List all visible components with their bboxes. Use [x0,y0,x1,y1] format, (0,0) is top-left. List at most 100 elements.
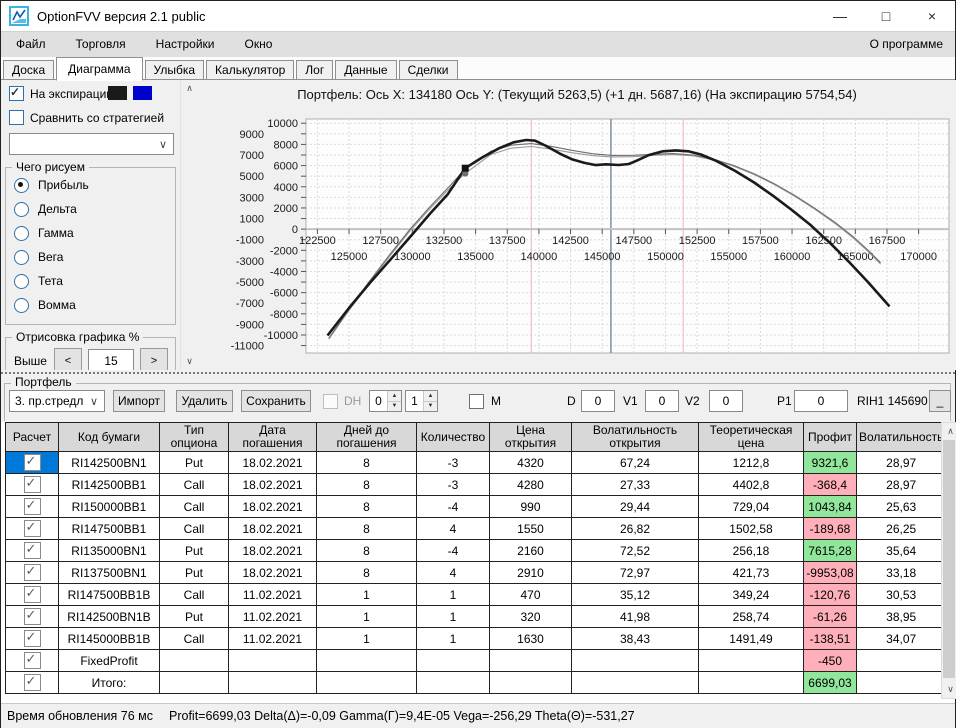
cell-1[interactable] [159,649,229,672]
cell-2[interactable] [228,671,317,694]
calc-cell[interactable] [5,649,59,672]
cell-0[interactable]: RI147500BB1B [58,583,160,606]
column-header-1[interactable]: Код бумаги [58,422,160,452]
cell-6[interactable]: 72,52 [571,539,699,562]
spinner-down-icon[interactable]: ▼ [424,401,437,411]
radio-profit[interactable] [14,177,29,193]
cell-2[interactable]: 11.02.2021 [228,605,317,628]
column-header-3[interactable]: Дата погашения [228,422,317,452]
expiration-color-swatch[interactable] [108,86,127,100]
cell-8[interactable]: -9953,08 [803,561,857,584]
tab-smile[interactable]: Улыбка [144,60,205,80]
cell-0[interactable]: RI142500BB1 [58,473,160,496]
cell-5[interactable]: 1550 [489,517,572,540]
cell-8[interactable]: 6699,03 [803,671,857,694]
cell-9[interactable]: 35,64 [855,539,947,562]
cell-3[interactable]: 8 [316,539,417,562]
cell-1[interactable]: Call [159,627,229,650]
menu-item-window[interactable]: Окно [230,32,288,57]
cell-5[interactable]: 990 [489,495,572,518]
minimize-button[interactable]: — [817,1,863,31]
column-header-5[interactable]: Количество [416,422,490,452]
row-calc-checkbox[interactable] [23,541,41,559]
radio-delta[interactable] [14,201,29,217]
cell-8[interactable]: -61,26 [803,605,857,628]
cell-8[interactable]: -120,76 [803,583,857,606]
cell-8[interactable]: 1043,84 [803,495,857,518]
cell-2[interactable] [228,649,317,672]
cell-7[interactable]: 258,74 [698,605,804,628]
row-calc-checkbox[interactable] [23,497,41,515]
cell-6[interactable] [571,671,699,694]
cell-7[interactable]: 1212,8 [698,451,804,474]
row-calc-checkbox[interactable] [23,563,41,581]
scroll-up-icon[interactable]: ∧ [181,80,198,97]
cell-3[interactable]: 8 [316,495,417,518]
dh-checkbox[interactable] [323,393,338,409]
cell-1[interactable]: Call [159,517,229,540]
cell-2[interactable]: 18.02.2021 [228,451,317,474]
cell-4[interactable]: 1 [416,627,490,650]
cell-2[interactable]: 18.02.2021 [228,495,317,518]
cell-6[interactable]: 35,12 [571,583,699,606]
cell-4[interactable]: -4 [416,495,490,518]
cell-5[interactable]: 1630 [489,627,572,650]
calc-cell[interactable] [5,605,59,628]
above-decrement-button[interactable]: < [54,348,82,370]
cell-1[interactable]: Put [159,451,229,474]
cell-7[interactable]: 256,18 [698,539,804,562]
cell-0[interactable]: RI142500BN1 [58,451,160,474]
cell-1[interactable]: Put [159,561,229,584]
scroll-down-icon[interactable]: ∨ [181,353,198,370]
dh-spinner-2[interactable]: 1 ▲ ▼ [405,390,438,412]
cell-4[interactable]: 4 [416,517,490,540]
cell-2[interactable]: 18.02.2021 [228,539,317,562]
save-button[interactable]: Сохранить [241,390,311,412]
cell-3[interactable]: 8 [316,473,417,496]
cell-4[interactable]: 1 [416,605,490,628]
scroll-up-icon[interactable]: ∧ [942,423,956,440]
cell-0[interactable]: RI137500BN1 [58,561,160,584]
calc-cell[interactable] [5,451,59,474]
cell-1[interactable]: Call [159,583,229,606]
cell-9[interactable]: 38,95 [855,605,947,628]
cell-9[interactable]: 26,25 [855,517,947,540]
cell-8[interactable]: -138,51 [803,627,857,650]
cell-1[interactable]: Call [159,473,229,496]
cell-4[interactable]: 4 [416,561,490,584]
horizontal-splitter[interactable] [1,370,955,377]
cell-0[interactable]: RI150000BB1 [58,495,160,518]
cell-6[interactable]: 29,44 [571,495,699,518]
dh-spinner-1[interactable]: 0 ▲ ▼ [369,390,402,412]
cell-9[interactable]: 30,53 [855,583,947,606]
portfolio-select[interactable]: 3. пр.стредл ∨ [9,390,105,412]
cell-8[interactable]: -368,4 [803,473,857,496]
column-header-0[interactable]: Расчет [5,422,59,452]
column-header-7[interactable]: Волатильность открытия [571,422,699,452]
row-calc-checkbox[interactable] [23,453,41,471]
row-calc-checkbox[interactable] [23,475,41,493]
radio-vega[interactable] [14,249,29,265]
calc-cell[interactable] [5,495,59,518]
calc-cell[interactable] [5,561,59,584]
row-calc-checkbox[interactable] [23,607,41,625]
row-calc-checkbox[interactable] [23,673,41,691]
profit-chart[interactable]: 122500 127500 132500 137500 142500 147500 1525… [197,103,956,370]
cell-4[interactable] [416,649,490,672]
cell-2[interactable]: 18.02.2021 [228,517,317,540]
cell-3[interactable]: 1 [316,583,417,606]
cell-9[interactable]: 33,18 [855,561,947,584]
cell-0[interactable]: FixedProfit [58,649,160,672]
cell-3[interactable]: 8 [316,517,417,540]
cell-8[interactable]: 9321,6 [803,451,857,474]
calc-cell[interactable] [5,517,59,540]
cell-9[interactable]: 28,97 [855,451,947,474]
tab-diagram[interactable]: Диаграмма [56,57,143,81]
scrollbar-thumb[interactable] [943,440,955,678]
cell-1[interactable]: Put [159,539,229,562]
row-calc-checkbox[interactable] [23,585,41,603]
cell-5[interactable] [489,649,572,672]
cell-6[interactable]: 41,98 [571,605,699,628]
cell-9[interactable] [855,671,947,694]
cell-9[interactable] [855,649,947,672]
